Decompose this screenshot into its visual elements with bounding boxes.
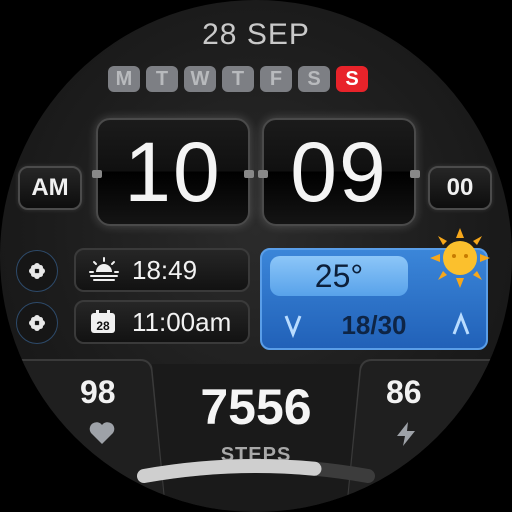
flip-hinge-left <box>258 170 268 178</box>
flip-hinge-left <box>92 170 102 178</box>
flip-hinge-right <box>244 170 254 178</box>
event-complication[interactable]: 28 11:00am <box>74 300 250 344</box>
flower-icon <box>29 315 45 331</box>
calendar-day: 28 <box>96 319 110 333</box>
weekday-chip: T <box>222 66 254 92</box>
hours-flip-card[interactable]: 10 <box>92 118 254 226</box>
sunrise-icon <box>89 257 119 281</box>
event-time: 11:00am <box>132 307 232 337</box>
minutes-digits: 09 <box>290 125 388 219</box>
hours-digits: 10 <box>124 125 222 219</box>
sunrise-time: 18:49 <box>132 255 198 285</box>
complication-button-1[interactable] <box>16 250 58 292</box>
steps-count: 7556 <box>200 379 312 435</box>
arrow-down-icon <box>284 315 302 338</box>
arrow-up-icon <box>452 312 470 335</box>
minutes-flip-card[interactable]: 09 <box>258 118 420 226</box>
weekday-chip: F <box>260 66 292 92</box>
flower-icon <box>29 263 45 279</box>
weekday-row: M T W T F S S <box>108 66 408 92</box>
ampm-indicator: AM <box>18 166 82 210</box>
weekday-chip: S <box>298 66 330 92</box>
date-label: 28 SEP <box>202 18 310 51</box>
flip-hinge-right <box>410 170 420 178</box>
sunrise-complication[interactable]: 18:49 <box>74 248 250 292</box>
weekday-chip: T <box>146 66 178 92</box>
temperature: 25° <box>270 256 408 296</box>
seconds-indicator: 00 <box>428 166 492 210</box>
calendar-icon: 28 <box>91 310 115 333</box>
weekday-chip: W <box>184 66 216 92</box>
steps-progress-arc <box>137 459 375 483</box>
sun-icon <box>430 228 490 288</box>
weekday-chip-active: S <box>336 66 368 92</box>
watch-face: 28 SEP M T W T F S S AM 10 09 00 18:49 2… <box>0 0 512 512</box>
complication-button-2[interactable] <box>16 302 58 344</box>
weekday-chip: M <box>108 66 140 92</box>
